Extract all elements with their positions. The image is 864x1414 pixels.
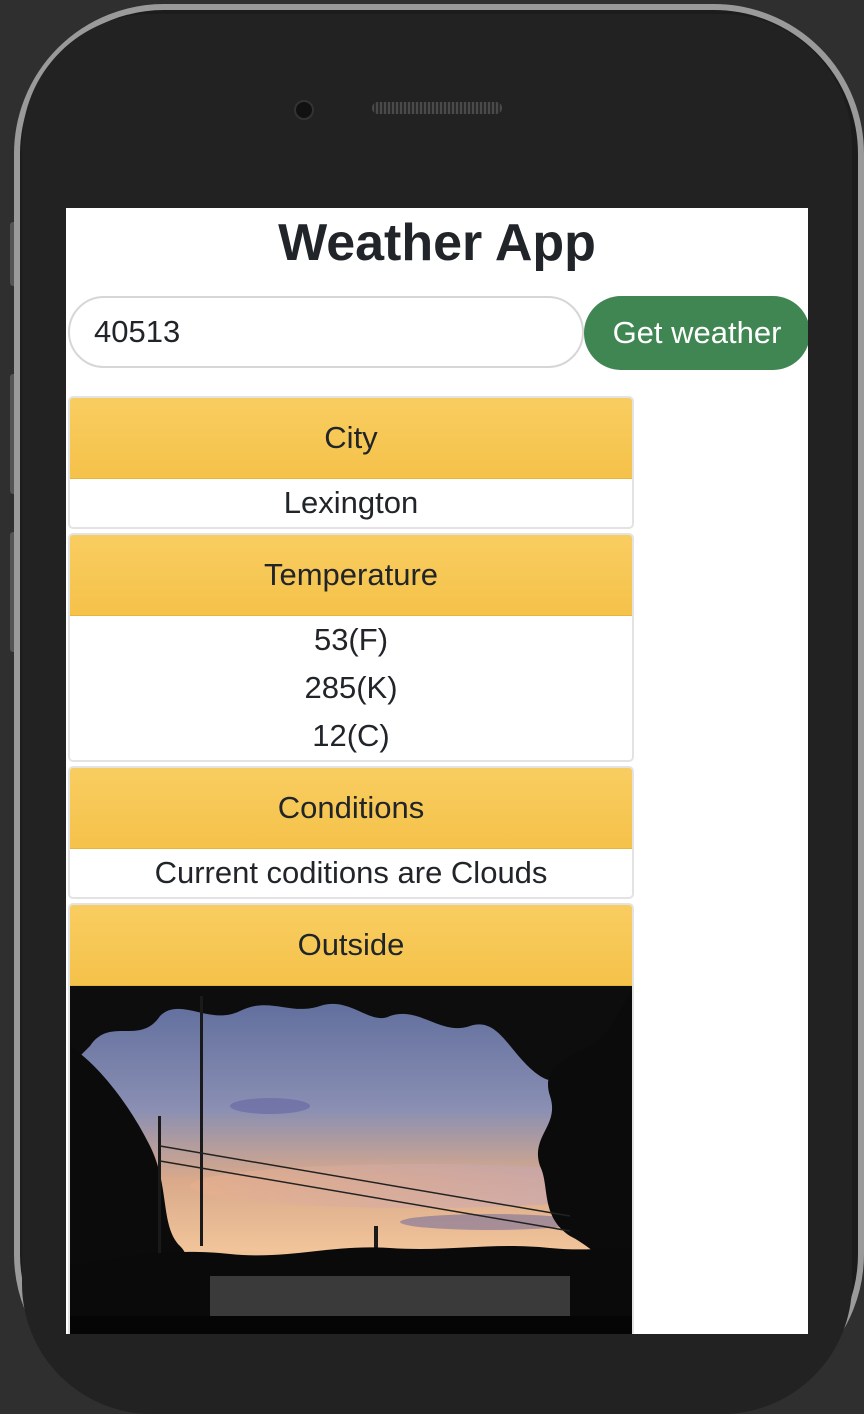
city-value: Lexington [283, 485, 419, 520]
temperature-card: Temperature 53(F) 285(K) 12(C) [68, 533, 634, 762]
outside-card-header: Outside [70, 905, 632, 986]
search-row: Get weather [66, 290, 808, 370]
city-card-body: Lexington [70, 479, 632, 527]
page-title: Weather App [278, 214, 596, 272]
conditions-card-header: Conditions [70, 768, 632, 849]
front-camera-icon [294, 100, 314, 120]
conditions-value: Current coditions are Clouds [154, 855, 548, 890]
weather-cards: City Lexington Temperature 53(F) 285(K) … [68, 396, 634, 1334]
conditions-card: Conditions Current coditions are Clouds [68, 766, 634, 899]
temperature-fahrenheit: 53(F) [313, 622, 389, 657]
outside-photo [70, 986, 632, 1334]
conditions-card-body: Current coditions are Clouds [70, 849, 632, 897]
temperature-kelvin: 285(K) [304, 670, 398, 705]
sunset-sky-image [70, 986, 632, 1334]
app-screen: Weather App Get weather City Lexington T… [66, 208, 808, 1334]
get-weather-button[interactable]: Get weather [584, 296, 808, 370]
outside-card: Outside [68, 903, 634, 1334]
city-card: City Lexington [68, 396, 634, 529]
city-card-header: City [70, 398, 632, 479]
temperature-card-body: 53(F) 285(K) 12(C) [70, 616, 632, 760]
zip-code-input[interactable] [68, 296, 584, 368]
earpiece-speaker-icon [372, 102, 502, 114]
temperature-card-header: Temperature [70, 535, 632, 616]
temperature-celsius: 12(C) [312, 718, 390, 753]
